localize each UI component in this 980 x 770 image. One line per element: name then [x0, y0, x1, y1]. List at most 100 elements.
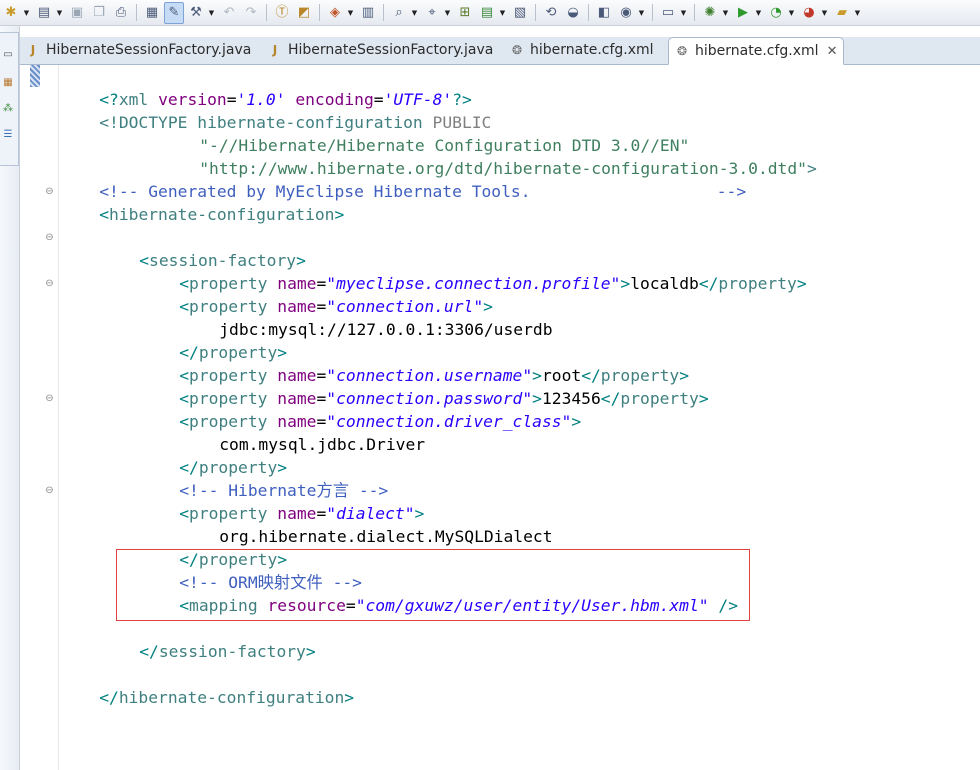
- ant-icon[interactable]: ⊞: [455, 2, 475, 24]
- xml-tag: session-factory: [158, 642, 306, 661]
- open-resource-icon[interactable]: ◩: [294, 2, 314, 24]
- fold-toggle-icon[interactable]: ⊖: [45, 486, 54, 496]
- code-line-1: <?xml version='1.0' encoding='UTF-8'?>: [60, 65, 472, 109]
- save-icon[interactable]: ▣: [67, 2, 87, 24]
- folder-dropdown-icon[interactable]: ▼: [853, 2, 862, 24]
- tab-label: hibernate.cfg.xml: [530, 42, 654, 58]
- code-line-5: <!-- Generated by MyEclipse Hibernate To…: [60, 157, 746, 201]
- code-line-3: "-//Hibernate/Hibernate Configuration DT…: [160, 111, 689, 155]
- browser-icon[interactable]: ▥: [358, 2, 378, 24]
- run-icon[interactable]: ▶: [733, 2, 753, 24]
- code-line-17: </property>: [179, 458, 288, 477]
- new-project-icon[interactable]: ◈: [325, 2, 345, 24]
- search-dropdown-icon[interactable]: ▼: [410, 2, 419, 24]
- remote-dropdown-icon[interactable]: ▼: [637, 2, 646, 24]
- xml-tag: property: [718, 274, 797, 293]
- hierarchy-icon[interactable]: ⁂: [1, 101, 15, 115]
- folder-icon[interactable]: ▰: [832, 2, 852, 24]
- xml-tag: hibernate-configuration: [109, 205, 335, 224]
- print-icon[interactable]: ⎙: [111, 2, 131, 24]
- code-line-12: </property>: [179, 343, 288, 362]
- screen-icon[interactable]: ▭: [658, 2, 678, 24]
- fold-toggle-icon[interactable]: ⊖: [45, 394, 54, 404]
- tab-hibernate-cfg-xml[interactable]: ❂ hibernate.cfg.xml: [510, 37, 654, 63]
- remote-icon[interactable]: ◉: [616, 2, 636, 24]
- search-icon[interactable]: ⌕: [389, 2, 409, 24]
- external-tools-icon[interactable]: ◕: [799, 2, 819, 24]
- publish-icon[interactable]: ◧: [594, 2, 614, 24]
- run-config-dropdown-icon[interactable]: ▼: [498, 2, 507, 24]
- build-icon[interactable]: ⚒: [186, 2, 206, 24]
- package-explorer-icon[interactable]: ▦: [1, 75, 15, 89]
- toolbar-separator: [652, 4, 653, 21]
- code-line-27: </hibernate-configuration>: [99, 688, 355, 707]
- xml-editor-text[interactable]: <?xml version='1.0' encoding='UTF-8'?> <…: [60, 65, 980, 770]
- left-trim-stack: ▭ ▦ ⁂ ☰: [0, 26, 20, 770]
- code-line-15: <property name="connection.driver_class"…: [179, 412, 582, 431]
- run-config-icon[interactable]: ▤: [477, 2, 497, 24]
- fold-toggle-icon[interactable]: ⊖: [45, 233, 54, 243]
- new-dropdown-icon[interactable]: ▼: [22, 2, 31, 24]
- debug-config-icon[interactable]: ▦: [142, 2, 162, 24]
- code-line-13: <property name="connection.username">roo…: [179, 366, 690, 385]
- external-tools-dropdown-icon[interactable]: ▼: [820, 2, 829, 24]
- close-icon[interactable]: ✕: [827, 44, 838, 59]
- open-type-icon[interactable]: Ⓣ: [272, 2, 292, 24]
- build-dropdown-icon[interactable]: ▼: [207, 2, 216, 24]
- highlight-icon[interactable]: ✎: [164, 1, 184, 24]
- code-line-9: <property name="myeclipse.connection.pro…: [179, 274, 807, 293]
- code-line-4: "http://www.hibernate.org/dtd/hibernate-…: [160, 134, 817, 178]
- code-line-16: com.mysql.jdbc.Driver: [180, 410, 425, 454]
- tab-hibernate-session-factory-java[interactable]: J HibernateSessionFactory.java: [26, 37, 252, 63]
- xml-tag: hibernate-configuration: [118, 688, 345, 707]
- forward-icon[interactable]: ↷: [241, 2, 261, 24]
- annotation-highlight-box: [116, 549, 750, 621]
- new-icon[interactable]: ✱: [1, 2, 21, 24]
- outline-icon[interactable]: ☰: [1, 127, 15, 141]
- run-dropdown-icon[interactable]: ▼: [754, 2, 763, 24]
- folding-gutter: ⊖ ⊖ ⊖ ⊖ ⊖: [40, 65, 59, 770]
- code-line-18: <!-- Hibernate方言 -->: [140, 456, 388, 500]
- toolbar-separator: [319, 4, 320, 21]
- new-wizard-dropdown-icon[interactable]: ▼: [55, 2, 64, 24]
- toolbar-separator: [535, 4, 536, 21]
- search-file-icon[interactable]: ⌖: [422, 2, 442, 24]
- current-line-marker: [30, 65, 40, 87]
- code-line-8: <session-factory>: [139, 251, 306, 270]
- new-wizard-icon[interactable]: ▤: [34, 2, 54, 24]
- toolbar-separator: [588, 4, 589, 21]
- restore-icon[interactable]: ▭: [1, 47, 15, 61]
- deploy-icon[interactable]: ▧: [510, 2, 530, 24]
- coverage-icon[interactable]: ◔: [766, 2, 786, 24]
- back-icon[interactable]: ↶: [219, 2, 239, 24]
- screen-dropdown-icon[interactable]: ▼: [679, 2, 688, 24]
- debug-dropdown-icon[interactable]: ▼: [721, 2, 730, 24]
- doctype-open: <!: [99, 113, 119, 132]
- coverage-dropdown-icon[interactable]: ▼: [787, 2, 796, 24]
- tab-hibernate-session-factory-java-2[interactable]: J HibernateSessionFactory.java: [268, 37, 494, 63]
- debug-icon[interactable]: ✺: [700, 2, 720, 24]
- tab-label: HibernateSessionFactory.java: [288, 42, 494, 58]
- code-line-2: <!DOCTYPE hibernate-configuration PUBLIC: [60, 88, 491, 132]
- toolbar-separator: [694, 4, 695, 21]
- server-icon[interactable]: ◒: [563, 2, 583, 24]
- toolbar-separator: [383, 4, 384, 21]
- tab-hibernate-cfg-xml-active[interactable]: ❂ hibernate.cfg.xml ✕: [668, 37, 845, 65]
- tab-label: HibernateSessionFactory.java: [46, 42, 252, 58]
- fold-toggle-icon[interactable]: ⊖: [45, 279, 54, 289]
- code-line-19: <property name="dialect">: [179, 504, 425, 523]
- code-line-11: jdbc:mysql://127.0.0.1:3306/userdb: [180, 295, 552, 339]
- save-all-icon[interactable]: ❐: [89, 2, 109, 24]
- toolbar-separator: [266, 4, 267, 21]
- java-file-icon: J: [272, 43, 278, 57]
- search-file-dropdown-icon[interactable]: ▼: [443, 2, 452, 24]
- tab-label: hibernate.cfg.xml: [695, 43, 819, 59]
- toolbar-separator: [136, 4, 137, 21]
- fold-toggle-icon[interactable]: ⊖: [45, 187, 54, 197]
- hibernate-config-icon: ❂: [676, 44, 688, 58]
- code-line-10: <property name="connection.url">: [179, 297, 493, 316]
- new-project-dropdown-icon[interactable]: ▼: [346, 2, 355, 24]
- editor-tab-bar: J HibernateSessionFactory.java J Hiberna…: [20, 37, 980, 65]
- code-line-6: <hibernate-configuration>: [99, 205, 345, 224]
- refresh-icon[interactable]: ⟲: [541, 2, 561, 24]
